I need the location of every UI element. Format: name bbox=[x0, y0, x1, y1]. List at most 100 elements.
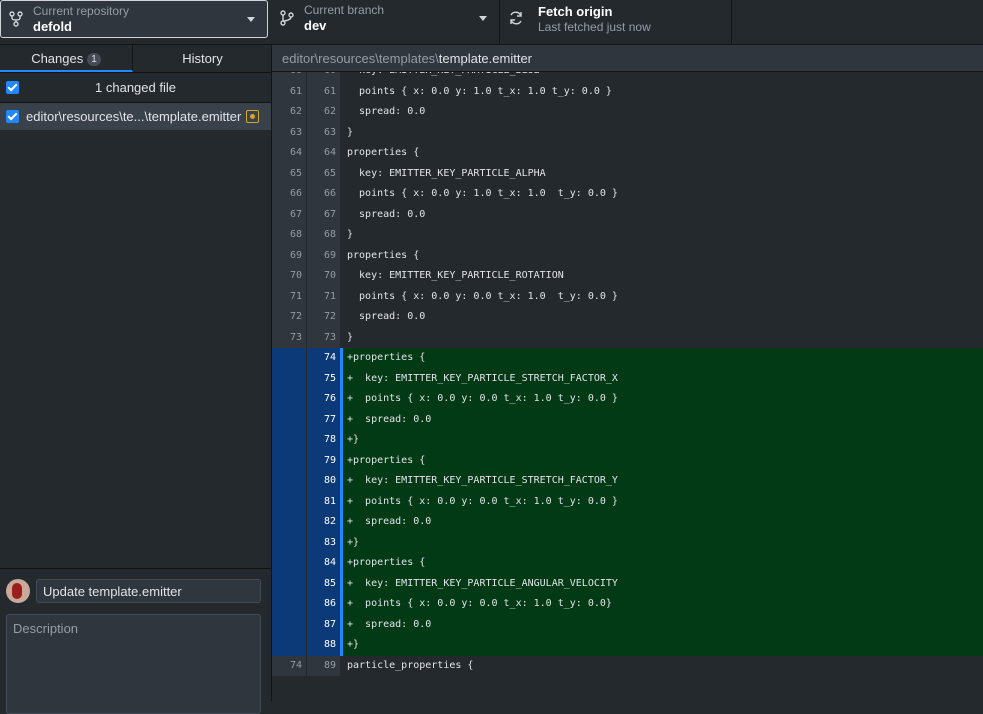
diff-line-added[interactable]: 78 +} bbox=[272, 430, 983, 451]
diff-line-added[interactable]: 81 + points { x: 0.0 y: 0.0 t_x: 1.0 t_y:… bbox=[272, 491, 983, 512]
diff-line-context[interactable]: 74 89 particle_properties { bbox=[272, 655, 983, 676]
new-line-number: 73 bbox=[323, 331, 336, 343]
gutter-separator bbox=[306, 594, 307, 615]
diff-line-context[interactable]: 63 63} bbox=[272, 122, 983, 143]
added-highlight bbox=[340, 614, 983, 635]
code-text: points { x: 0.0 y: 0.0 t_x: 1.0 t_y: 0.0… bbox=[347, 290, 618, 302]
gutter-separator bbox=[306, 143, 307, 164]
repo-fork-icon bbox=[9, 11, 23, 27]
old-line-number: 67 bbox=[289, 208, 302, 220]
old-line-number: 66 bbox=[289, 188, 302, 199]
new-line-number: 77 bbox=[323, 413, 336, 425]
new-line-number: 69 bbox=[323, 249, 336, 261]
code-text: +} bbox=[347, 536, 360, 548]
tab-changes[interactable]: Changes 1 bbox=[0, 45, 133, 72]
gutter-separator bbox=[306, 450, 307, 471]
new-line-number: 75 bbox=[323, 372, 336, 384]
repo-name: defold bbox=[33, 19, 72, 34]
diff-line-added[interactable]: 76 + points { x: 0.0 y: 0.0 t_x: 1.0 t_y:… bbox=[272, 389, 983, 410]
diff-line-context[interactable]: 71 71 points { x: 0.0 y: 0.0 t_x: 1.0 t_y… bbox=[272, 286, 983, 307]
diff-line-added[interactable]: 82 + spread: 0.0 bbox=[272, 512, 983, 533]
tab-history[interactable]: History bbox=[134, 45, 271, 72]
commit-summary-input[interactable] bbox=[36, 579, 261, 603]
old-line-number: 63 bbox=[289, 126, 302, 138]
gutter-separator bbox=[306, 409, 307, 430]
diff-line-added[interactable]: 84 +properties { bbox=[272, 553, 983, 574]
gutter-separator bbox=[306, 491, 307, 512]
code-text: spread: 0.0 bbox=[347, 208, 426, 220]
new-line-number: 62 bbox=[323, 106, 336, 117]
diff-line-context[interactable]: 70 70 key: EMITTER_KEY_PARTICLE_ROTATION bbox=[272, 266, 983, 287]
diff-line-context[interactable]: 64 64 properties { bbox=[272, 143, 983, 164]
diff-line-context[interactable]: 69 69 properties { bbox=[272, 245, 983, 266]
code-text: + key: EMITTER_KEY_PARTICLE_ANGULAR_VELO… bbox=[347, 577, 618, 589]
changed-files-count: 1 changed file bbox=[95, 80, 176, 95]
diff-line-added[interactable]: 75 + key: EMITTER_KEY_PARTICLE_STRETCH_FA… bbox=[272, 368, 983, 389]
diff-line-added[interactable]: 74 +properties { bbox=[272, 348, 983, 369]
diff-line-context[interactable]: 62 62 spread: 0.0 bbox=[272, 102, 983, 123]
file-checkbox[interactable] bbox=[6, 110, 19, 123]
tab-history-label: History bbox=[182, 51, 223, 66]
diff-line-added[interactable]: 83 +} bbox=[272, 532, 983, 554]
old-line-number: 71 bbox=[289, 290, 302, 302]
path-file: template.emitter bbox=[438, 51, 532, 66]
diff-line-context[interactable]: 68 68} bbox=[272, 225, 983, 246]
gutter-separator bbox=[306, 573, 307, 594]
fetch-origin-button[interactable]: Fetch origin Last fetched just now bbox=[500, 0, 732, 44]
diff-line-context[interactable]: 61 61 points { x: 0.0 y: 1.0 t_x: 1.0 t_y… bbox=[272, 81, 983, 102]
old-line-number: 74 bbox=[289, 659, 302, 671]
added-highlight bbox=[340, 430, 983, 451]
gutter-separator bbox=[306, 635, 307, 656]
new-line-number: 89 bbox=[323, 659, 336, 671]
new-line-number: 80 bbox=[323, 475, 336, 486]
old-line-number: 69 bbox=[289, 249, 302, 261]
diff-line-context[interactable]: 73 73} bbox=[272, 327, 983, 348]
new-line-number: 61 bbox=[323, 85, 336, 97]
code-text: + points { x: 0.0 y: 0.0 t_x: 1.0 t_y: 0… bbox=[347, 495, 618, 507]
new-line-number: 85 bbox=[323, 577, 336, 589]
diff-line-added[interactable]: 86 + points { x: 0.0 y: 0.0 t_x: 1.0 t_y:… bbox=[272, 594, 983, 615]
added-highlight bbox=[340, 635, 983, 656]
diff-line-added[interactable]: 88 +} bbox=[272, 635, 983, 656]
added-highlight bbox=[340, 450, 983, 471]
new-line-number: 72 bbox=[323, 311, 336, 322]
diff-line-context[interactable]: 65 65 key: EMITTER_KEY_PARTICLE_ALPHA bbox=[272, 163, 983, 184]
file-list-item[interactable]: editor\resources\te...\template.emitter bbox=[0, 103, 271, 130]
repository-selector[interactable]: Current repository defold bbox=[0, 0, 268, 38]
diff-body: 6060 key: EMITTER_KEY_PARTICLE_BLUE6161 … bbox=[272, 61, 983, 676]
new-line-number: 74 bbox=[323, 352, 336, 363]
chevron-down-icon bbox=[247, 17, 255, 22]
commit-description-input[interactable]: Description bbox=[6, 614, 261, 714]
new-line-number: 86 bbox=[323, 598, 336, 609]
old-line-number bbox=[274, 635, 302, 656]
code-text: +} bbox=[347, 639, 360, 650]
diff-line-context[interactable]: 66 66 points { x: 0.0 y: 1.0 t_x: 1.0 t_y… bbox=[272, 184, 983, 205]
diff-line-added[interactable]: 77 + spread: 0.0 bbox=[272, 409, 983, 430]
code-text: + spread: 0.0 bbox=[347, 618, 432, 630]
old-line-number bbox=[274, 471, 302, 492]
new-line-number: 71 bbox=[323, 290, 336, 302]
added-highlight bbox=[340, 532, 983, 553]
diff-line-context[interactable]: 67 67 spread: 0.0 bbox=[272, 204, 983, 225]
diff-line-added[interactable]: 85 + key: EMITTER_KEY_PARTICLE_ANGULAR_VE… bbox=[272, 573, 983, 594]
code-text: spread: 0.0 bbox=[347, 106, 426, 117]
new-line-number: 67 bbox=[323, 208, 336, 220]
diff-line-added[interactable]: 80 + key: EMITTER_KEY_PARTICLE_STRETCH_FA… bbox=[272, 471, 983, 492]
diff-line-added[interactable]: 79 +properties { bbox=[272, 450, 983, 471]
new-line-number: 64 bbox=[323, 147, 336, 158]
branch-selector[interactable]: Current branch dev bbox=[272, 0, 500, 44]
diff-line-context[interactable]: 72 72 spread: 0.0 bbox=[272, 307, 983, 328]
code-text: key: EMITTER_KEY_PARTICLE_ROTATION bbox=[347, 270, 564, 281]
gutter-separator bbox=[306, 184, 307, 205]
code-text: points { x: 0.0 y: 1.0 t_x: 1.0 t_y: 0.0… bbox=[347, 188, 618, 199]
branch-name: dev bbox=[304, 18, 327, 33]
old-line-number: 61 bbox=[289, 85, 302, 97]
gutter-separator bbox=[306, 614, 307, 635]
gutter-separator bbox=[306, 553, 307, 574]
branch-icon bbox=[280, 10, 294, 26]
diff-line-added[interactable]: 87 + spread: 0.0 bbox=[272, 614, 983, 635]
code-text: } bbox=[347, 229, 354, 240]
old-line-number bbox=[274, 533, 302, 554]
avatar bbox=[6, 579, 30, 603]
toolbar: Current repository defold Current branch… bbox=[0, 0, 983, 45]
